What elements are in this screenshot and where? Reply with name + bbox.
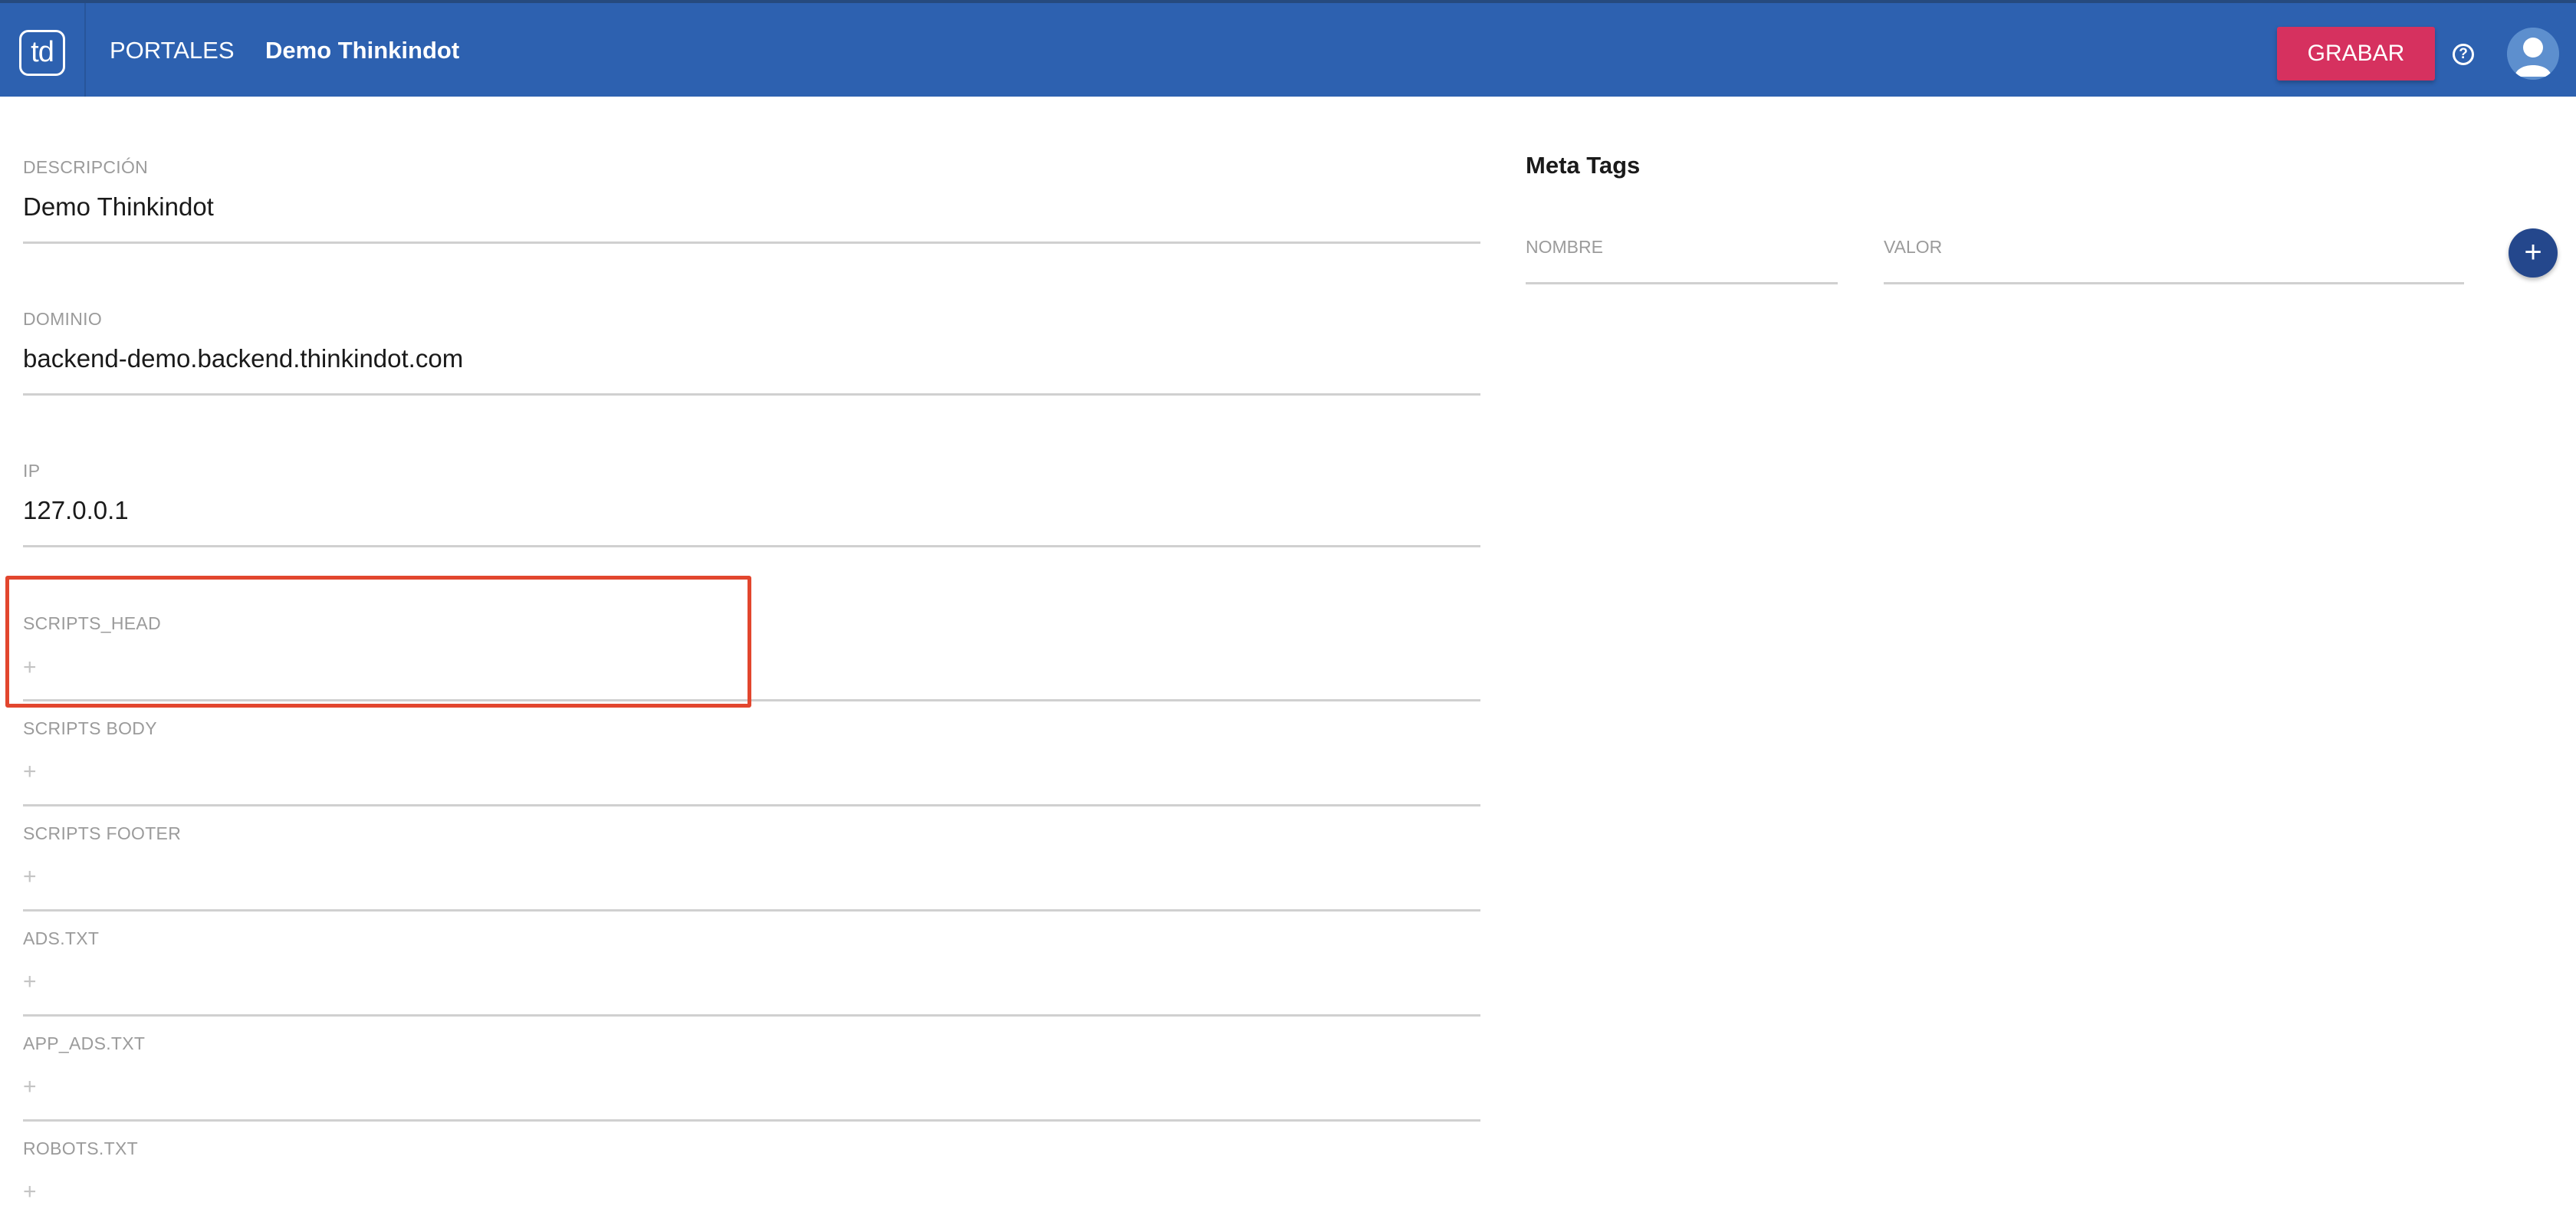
descripcion-input[interactable]: Demo Thinkindot xyxy=(23,192,214,222)
scripts-footer-underline xyxy=(23,909,1480,912)
scripts-body-underline xyxy=(23,804,1480,806)
user-avatar-icon[interactable] xyxy=(2507,28,2559,80)
meta-valor-underline xyxy=(1884,282,2464,284)
meta-valor-input[interactable]: VALOR xyxy=(1884,237,1942,258)
dominio-label: DOMINIO xyxy=(23,309,103,329)
dominio-input[interactable]: backend-demo.backend.thinkindot.com xyxy=(23,344,463,373)
meta-tags-title: Meta Tags xyxy=(1526,152,1641,179)
avatar-silhouette xyxy=(2507,28,2559,80)
app-ads-txt-underline xyxy=(23,1119,1480,1122)
robots-txt-label: ROBOTS.TXT xyxy=(23,1138,138,1158)
scripts-head-underline xyxy=(23,699,1480,701)
ads-txt-label: ADS.TXT xyxy=(23,928,100,948)
ip-input[interactable]: 127.0.0.1 xyxy=(23,496,129,525)
robots-txt-add-icon[interactable]: + xyxy=(23,1181,37,1204)
app-logo[interactable]: td xyxy=(19,30,65,76)
ip-label: IP xyxy=(23,461,41,481)
meta-nombre-input[interactable]: NOMBRE xyxy=(1526,237,1603,258)
meta-nombre-underline xyxy=(1526,282,1838,284)
highlight-box xyxy=(5,576,751,708)
ads-txt-underline xyxy=(23,1014,1480,1017)
scripts-footer-add-icon[interactable]: + xyxy=(23,866,37,889)
app-ads-txt-label: APP_ADS.TXT xyxy=(23,1033,146,1053)
save-button[interactable]: GRABAR xyxy=(2277,27,2435,80)
scripts-footer-label: SCRIPTS FOOTER xyxy=(23,823,182,843)
descripcion-label: DESCRIPCIÓN xyxy=(23,157,149,177)
scripts-body-label: SCRIPTS BODY xyxy=(23,718,157,738)
ads-txt-add-icon[interactable]: + xyxy=(23,971,37,994)
logo-divider xyxy=(84,3,86,97)
page-title: Demo Thinkindot xyxy=(265,37,460,64)
top-app-bar: td PORTALES Demo Thinkindot GRABAR ? xyxy=(0,0,2576,97)
help-circle-icon[interactable]: ? xyxy=(2453,44,2474,65)
scripts-head-add-icon[interactable]: + xyxy=(23,656,37,679)
scripts-body-add-icon[interactable]: + xyxy=(23,760,37,783)
ip-underline xyxy=(23,545,1480,547)
dominio-underline xyxy=(23,393,1480,396)
app-ads-txt-add-icon[interactable]: + xyxy=(23,1076,37,1099)
descripcion-underline xyxy=(23,241,1480,244)
add-meta-tag-button[interactable]: + xyxy=(2509,228,2558,278)
nav-portales-link[interactable]: PORTALES xyxy=(110,34,235,67)
scripts-head-label: SCRIPTS_HEAD xyxy=(23,613,161,633)
